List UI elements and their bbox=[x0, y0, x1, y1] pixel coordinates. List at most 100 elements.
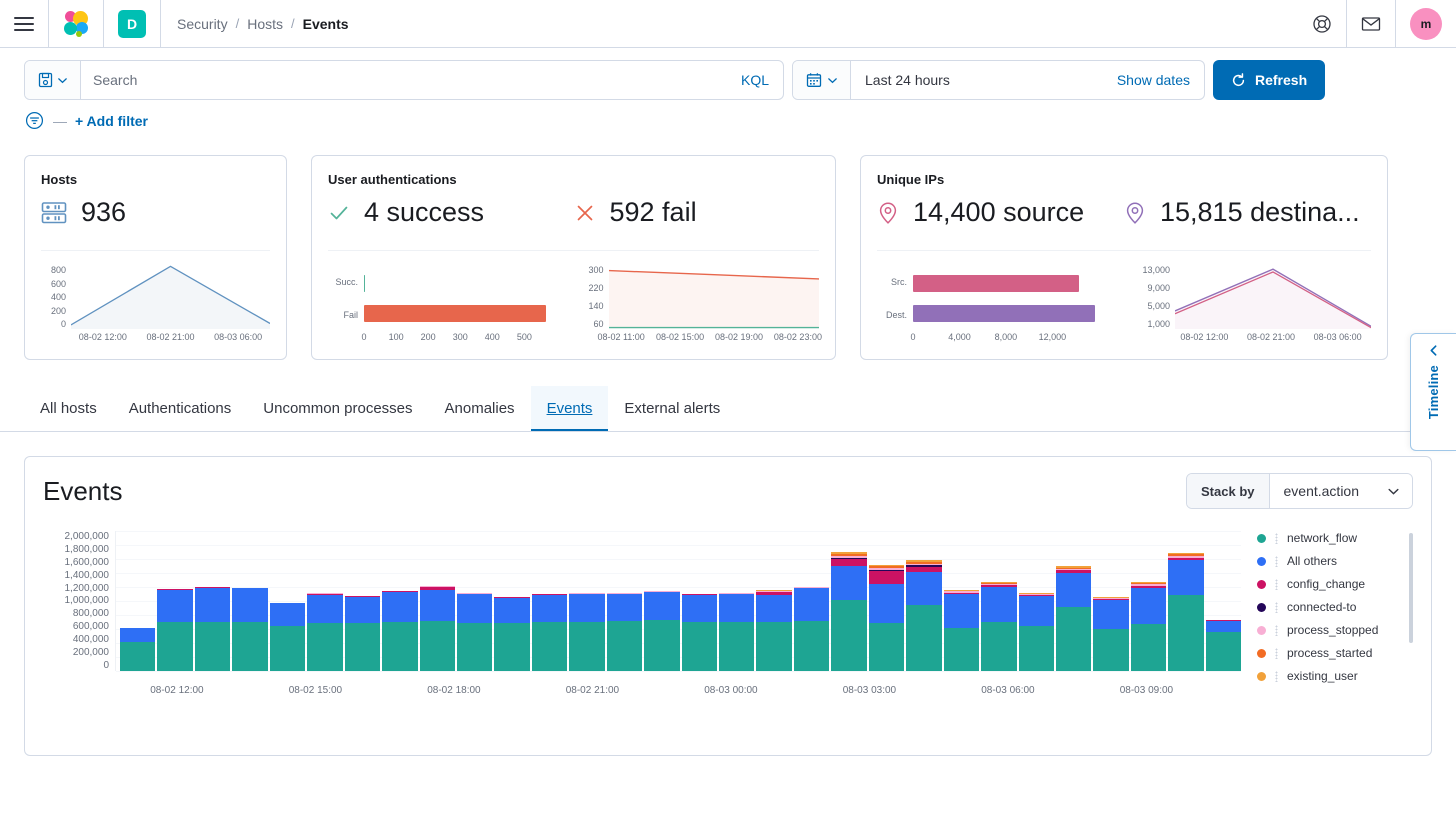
breadcrumb-item-security[interactable]: Security bbox=[177, 16, 228, 32]
bar-segment-network_flow[interactable] bbox=[681, 622, 717, 671]
bar-segment-All others[interactable] bbox=[120, 628, 156, 643]
bar-segment-All others[interactable] bbox=[494, 597, 530, 624]
bar-segment-All others[interactable] bbox=[1168, 560, 1204, 596]
bar-segment-All others[interactable] bbox=[606, 594, 643, 621]
histogram-bar[interactable] bbox=[269, 602, 306, 671]
bar-segment-network_flow[interactable] bbox=[157, 622, 193, 671]
bar-segment-network_flow[interactable] bbox=[906, 605, 942, 671]
bar-segment-network_flow[interactable] bbox=[194, 622, 231, 671]
legend-drag-handle-icon[interactable] bbox=[1275, 601, 1278, 613]
tab-events[interactable]: Events bbox=[530, 386, 609, 431]
bar-segment-All others[interactable] bbox=[1130, 587, 1167, 625]
bar-segment-All others[interactable] bbox=[269, 603, 306, 627]
legend-drag-handle-icon[interactable] bbox=[1275, 555, 1278, 567]
legend-drag-handle-icon[interactable] bbox=[1275, 624, 1278, 636]
bar-segment-All others[interactable] bbox=[793, 588, 830, 622]
tab-uncommon-processes[interactable]: Uncommon processes bbox=[247, 386, 428, 431]
legend-item-connected-to[interactable]: connected-to bbox=[1257, 600, 1413, 614]
tab-all-hosts[interactable]: All hosts bbox=[24, 386, 113, 431]
bar-segment-network_flow[interactable] bbox=[531, 622, 568, 671]
timeline-flyout-button[interactable]: Timeline bbox=[1410, 333, 1456, 451]
bar-segment-All others[interactable] bbox=[831, 566, 867, 601]
bar-segment-network_flow[interactable] bbox=[943, 627, 980, 671]
bar-segment-All others[interactable] bbox=[906, 571, 942, 606]
bar-segment-All others[interactable] bbox=[644, 591, 680, 620]
legend-scrollbar[interactable] bbox=[1409, 533, 1413, 643]
histogram-bar[interactable] bbox=[456, 593, 493, 671]
tab-authentications[interactable]: Authentications bbox=[113, 386, 248, 431]
events-chart-bars[interactable] bbox=[115, 531, 1242, 672]
histogram-bar[interactable] bbox=[719, 593, 755, 671]
bar-segment-network_flow[interactable] bbox=[419, 620, 455, 671]
histogram-bar[interactable] bbox=[606, 593, 643, 671]
show-dates-button[interactable]: Show dates bbox=[1103, 72, 1204, 88]
legend-drag-handle-icon[interactable] bbox=[1275, 532, 1278, 544]
bar-segment-network_flow[interactable] bbox=[756, 622, 792, 671]
add-filter-button[interactable]: + Add filter bbox=[75, 113, 148, 129]
bar-segment-All others[interactable] bbox=[307, 594, 343, 623]
bar-segment-All others[interactable] bbox=[232, 588, 268, 622]
legend-drag-handle-icon[interactable] bbox=[1275, 670, 1278, 682]
bar-segment-All others[interactable] bbox=[569, 594, 605, 622]
bar-segment-network_flow[interactable] bbox=[1130, 624, 1167, 671]
notifications-button[interactable] bbox=[1347, 0, 1396, 47]
bar-segment-config_change[interactable] bbox=[831, 559, 867, 567]
bar-segment-All others[interactable] bbox=[681, 594, 717, 622]
bar-segment-network_flow[interactable] bbox=[719, 622, 755, 671]
bar-segment-network_flow[interactable] bbox=[494, 623, 530, 671]
bar-segment-network_flow[interactable] bbox=[831, 600, 867, 671]
histogram-bar[interactable] bbox=[868, 564, 905, 671]
histogram-bar[interactable] bbox=[344, 596, 381, 671]
bar-segment-network_flow[interactable] bbox=[382, 622, 418, 671]
bar-segment-network_flow[interactable] bbox=[344, 622, 381, 671]
bar-segment-network_flow[interactable] bbox=[981, 622, 1017, 671]
bar-segment-network_flow[interactable] bbox=[1205, 631, 1242, 671]
legend-item-process_stopped[interactable]: process_stopped bbox=[1257, 623, 1413, 637]
histogram-bar[interactable] bbox=[1055, 566, 1092, 671]
legend-drag-handle-icon[interactable] bbox=[1275, 647, 1278, 659]
legend-drag-handle-icon[interactable] bbox=[1275, 578, 1278, 590]
bar-segment-All others[interactable] bbox=[943, 594, 980, 628]
bar-segment-network_flow[interactable] bbox=[1055, 607, 1092, 671]
legend-item-network_flow[interactable]: network_flow bbox=[1257, 531, 1413, 545]
date-range-value[interactable]: Last 24 hours bbox=[851, 72, 1103, 88]
histogram-bar[interactable] bbox=[831, 552, 867, 671]
legend-item-config_change[interactable]: config_change bbox=[1257, 577, 1413, 591]
bar-segment-network_flow[interactable] bbox=[307, 622, 343, 671]
legend-item-All others[interactable]: All others bbox=[1257, 554, 1413, 568]
bar-segment-network_flow[interactable] bbox=[569, 622, 605, 671]
help-button[interactable] bbox=[1298, 0, 1347, 47]
histogram-bar[interactable] bbox=[981, 582, 1017, 671]
filter-icon[interactable] bbox=[24, 110, 45, 131]
histogram-bar[interactable] bbox=[419, 586, 455, 671]
stack-by-select[interactable]: event.action bbox=[1269, 474, 1412, 508]
bar-segment-All others[interactable] bbox=[1093, 599, 1129, 629]
histogram-bar[interactable] bbox=[382, 590, 418, 671]
user-menu-button[interactable]: m bbox=[1396, 0, 1456, 47]
breadcrumb-item-hosts[interactable]: Hosts bbox=[247, 16, 283, 32]
histogram-bar[interactable] bbox=[194, 586, 231, 671]
bar-segment-All others[interactable] bbox=[456, 594, 493, 623]
bar-segment-All others[interactable] bbox=[157, 589, 193, 622]
histogram-bar[interactable] bbox=[1168, 552, 1204, 671]
bar-segment-network_flow[interactable] bbox=[1018, 626, 1054, 671]
query-language-button[interactable]: KQL bbox=[727, 72, 783, 88]
tab-anomalies[interactable]: Anomalies bbox=[429, 386, 531, 431]
bar-segment-network_flow[interactable] bbox=[1093, 629, 1129, 671]
bar-segment-All others[interactable] bbox=[419, 589, 455, 621]
bar-segment-config_change[interactable] bbox=[868, 570, 905, 584]
hamburger-menu-icon[interactable] bbox=[14, 16, 34, 31]
histogram-bar[interactable] bbox=[531, 594, 568, 671]
bar-segment-network_flow[interactable] bbox=[456, 622, 493, 671]
saved-query-button[interactable] bbox=[25, 61, 81, 99]
bar-segment-All others[interactable] bbox=[1205, 621, 1242, 632]
histogram-bar[interactable] bbox=[756, 590, 792, 671]
bar-segment-network_flow[interactable] bbox=[232, 622, 268, 671]
bar-segment-All others[interactable] bbox=[194, 587, 231, 622]
bar-segment-network_flow[interactable] bbox=[606, 620, 643, 671]
bar-segment-All others[interactable] bbox=[344, 596, 381, 623]
search-input[interactable] bbox=[81, 61, 727, 99]
histogram-bar[interactable] bbox=[1130, 582, 1167, 671]
bar-segment-network_flow[interactable] bbox=[1168, 595, 1204, 671]
bar-segment-All others[interactable] bbox=[756, 594, 792, 622]
